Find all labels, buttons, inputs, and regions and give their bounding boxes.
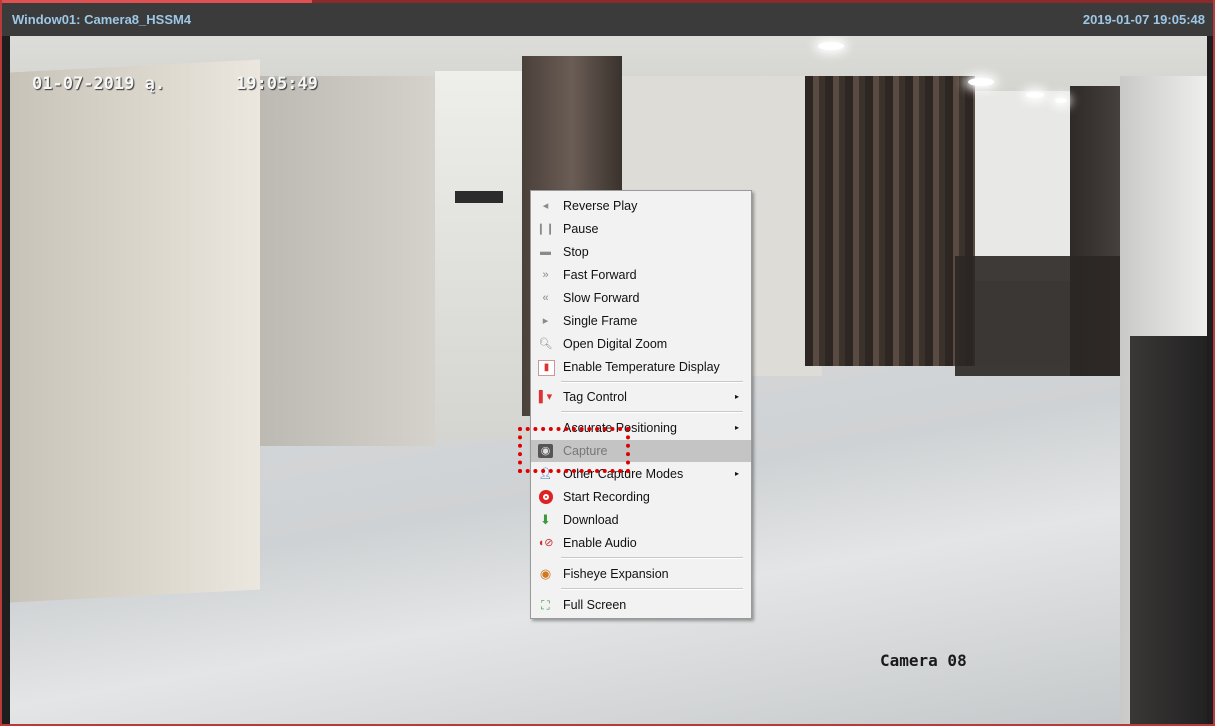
menu-item-enable-audio[interactable]: ◖⊘ Enable Audio — [531, 532, 751, 554]
submenu-arrow-icon: ▸ — [734, 423, 739, 432]
menu-item-label: Stop — [563, 245, 589, 259]
submenu-arrow-icon: ▸ — [734, 469, 739, 478]
thermometer-icon: ▮ — [538, 360, 555, 376]
menu-separator — [561, 411, 743, 413]
menu-item-reverse-play[interactable]: ◂ Reverse Play — [531, 195, 751, 217]
menu-separator — [561, 588, 743, 590]
slow-forward-icon: « — [542, 292, 549, 304]
menu-separator — [561, 557, 743, 559]
menu-item-label: Single Frame — [563, 314, 638, 328]
menu-item-digital-zoom[interactable]: 🔍︎ Open Digital Zoom — [531, 333, 751, 355]
scene-right-shadow — [1130, 336, 1207, 724]
menu-separator — [561, 381, 743, 383]
submenu-arrow-icon: ▸ — [734, 392, 739, 401]
record-icon — [538, 490, 553, 504]
menu-item-label: Start Recording — [563, 490, 650, 504]
ceiling-light — [1055, 98, 1067, 103]
menu-item-label: Open Digital Zoom — [563, 337, 668, 351]
scene-railing — [955, 256, 1125, 376]
scene-plaque — [455, 191, 503, 203]
scene-opening — [435, 71, 535, 441]
ceiling-light — [1026, 92, 1044, 98]
menu-item-temperature-display[interactable]: ▮ Enable Temperature Display — [531, 356, 751, 378]
menu-item-label: Reverse Play — [563, 199, 638, 213]
menu-item-label: Enable Temperature Display — [563, 360, 720, 374]
menu-item-label: Tag Control — [563, 390, 627, 404]
menu-item-single-frame[interactable]: ▸ Single Frame — [531, 310, 751, 332]
menu-item-label: Enable Audio — [563, 536, 637, 550]
fullscreen-icon: ⛶ — [541, 598, 550, 612]
stop-icon: ▬ — [540, 246, 551, 258]
menu-item-slow-forward[interactable]: « Slow Forward — [531, 287, 751, 309]
menu-item-download[interactable]: ⬇ Download — [531, 509, 751, 531]
osd-time: 19:05:49 — [236, 74, 318, 94]
single-frame-icon: ▸ — [542, 315, 549, 327]
menu-item-pause[interactable]: ❙❙ Pause — [531, 218, 751, 240]
osd-date: 01-07-2019 ą. — [32, 74, 166, 94]
fisheye-icon: ◉ — [539, 566, 552, 581]
pause-icon: ❙❙ — [536, 223, 555, 235]
ceiling-light — [968, 78, 994, 86]
reverse-play-icon: ◂ — [542, 200, 549, 212]
tag-icon: ▌▾ — [538, 391, 553, 403]
menu-item-label: Download — [563, 513, 619, 527]
window-titlebar: Window01: Camera8_HSSM4 2019-01-07 19:05… — [2, 0, 1213, 36]
osd-camera-label: Camera 08 — [880, 651, 967, 670]
ceiling-light — [818, 42, 844, 50]
menu-item-label: Full Screen — [563, 598, 627, 612]
zoom-icon: 🔍︎ — [538, 338, 553, 350]
fast-forward-icon: » — [542, 269, 549, 281]
menu-item-start-recording[interactable]: Start Recording — [531, 486, 751, 508]
menu-item-stop[interactable]: ▬ Stop — [531, 241, 751, 263]
menu-item-tag-control[interactable]: ▌▾ Tag Control ▸ — [531, 386, 751, 408]
menu-item-label: Slow Forward — [563, 291, 640, 305]
window-title: Window01: Camera8_HSSM4 — [12, 12, 192, 27]
menu-item-fisheye-expansion[interactable]: ◉ Fisheye Expansion — [531, 563, 751, 585]
context-menu: ◂ Reverse Play ❙❙ Pause ▬ Stop » Fast Fo… — [530, 190, 752, 619]
capture-highlight-annotation — [518, 427, 630, 473]
active-tab-accent — [2, 0, 312, 3]
menu-item-fast-forward[interactable]: » Fast Forward — [531, 264, 751, 286]
scene-inner-wall — [235, 76, 435, 446]
window-timestamp: 2019-01-07 19:05:48 — [1082, 12, 1205, 27]
menu-item-label: Fast Forward — [563, 268, 637, 282]
menu-item-full-screen[interactable]: ⛶ Full Screen — [531, 594, 751, 616]
menu-item-label: Fisheye Expansion — [563, 567, 669, 581]
menu-item-label: Pause — [563, 222, 599, 236]
scene-curtain — [805, 76, 975, 366]
scene-left-wall — [10, 59, 260, 603]
scene-back-wall — [970, 91, 1080, 281]
download-icon: ⬇ — [540, 512, 551, 527]
audio-icon: ◖⊘ — [537, 537, 554, 549]
